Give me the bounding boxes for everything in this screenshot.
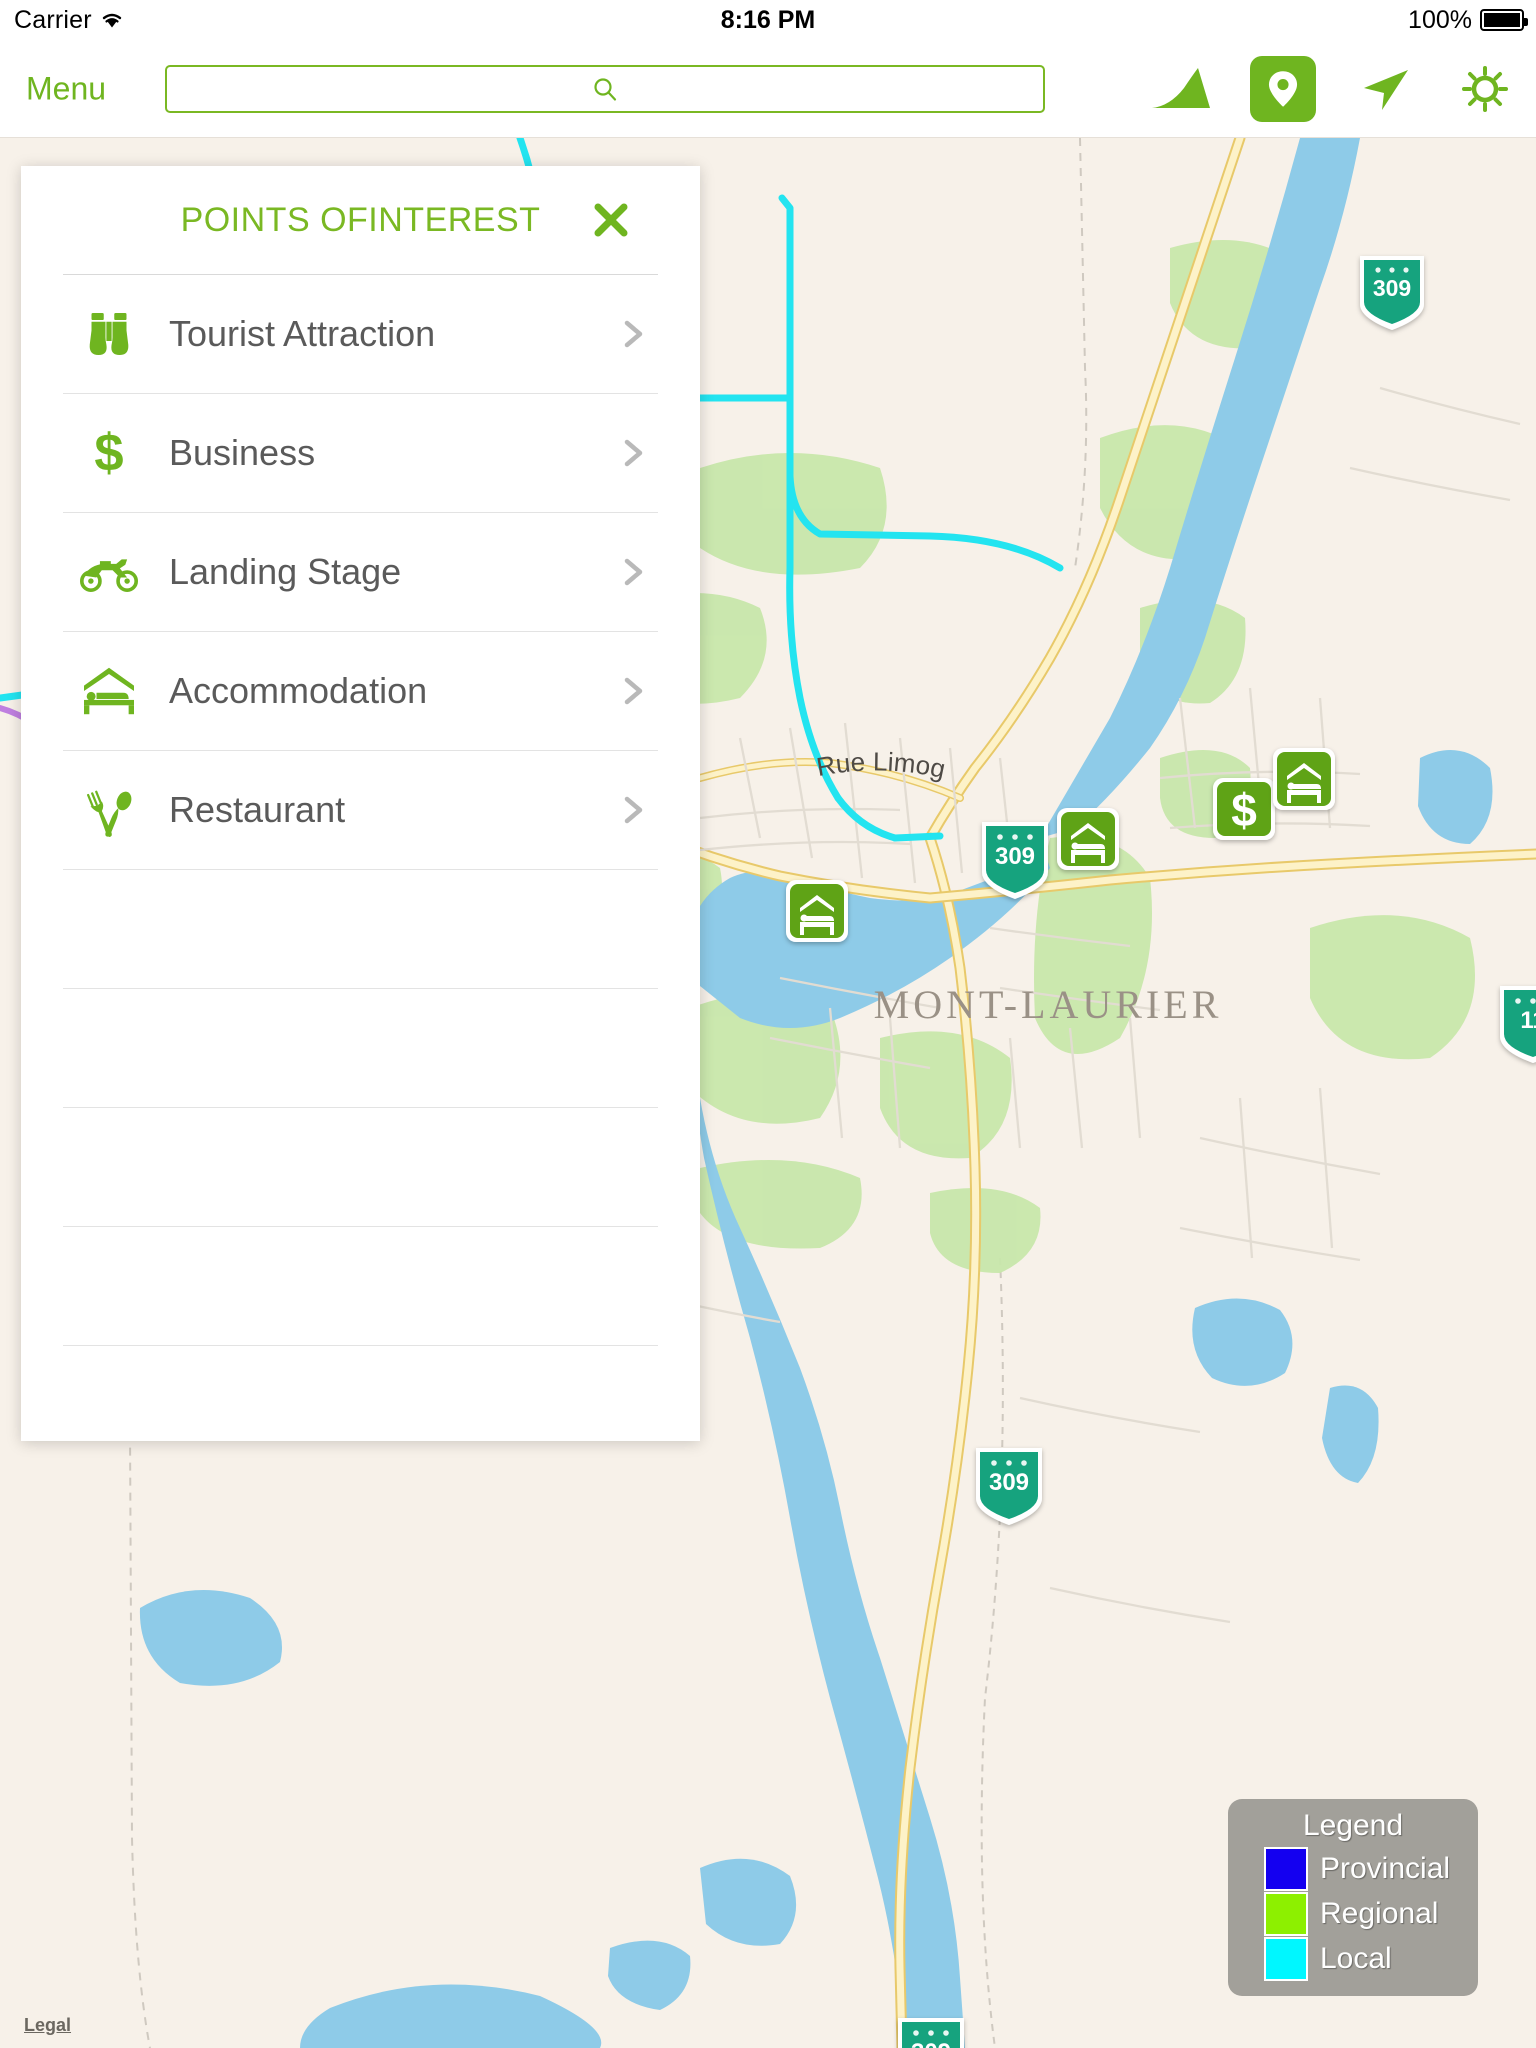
legend-label-provincial: Provincial <box>1320 1852 1451 1885</box>
legend-swatch-local <box>1264 1937 1308 1981</box>
svg-text:$: $ <box>1231 784 1257 836</box>
poi-item-tourist-attraction[interactable]: Tourist Attraction <box>63 275 658 394</box>
svg-text:11: 11 <box>1520 1007 1536 1034</box>
svg-text:309: 309 <box>1373 275 1411 301</box>
legend-label-regional: Regional <box>1320 1897 1439 1930</box>
map-legend: Legend Provincial Regional Local <box>1228 1799 1478 1996</box>
poi-item-restaurant[interactable]: Restaurant <box>63 751 658 870</box>
fork-spoon-icon-glyph <box>86 790 132 837</box>
dollar-sign-icon-glyph: $ <box>94 425 123 481</box>
chevron-right-icon <box>608 318 658 350</box>
bed-icon-glyph <box>84 667 134 715</box>
status-bar: Carrier 8:16 PM 100% <box>0 0 1536 40</box>
chevron-right-icon <box>608 794 658 826</box>
clock-label: 8:16 PM <box>720 5 816 34</box>
map-place-label: MONT-LAURIER <box>874 982 1223 1027</box>
status-bar-right: 100% <box>1408 5 1528 35</box>
legend-title: Legend <box>1302 1809 1404 1842</box>
accommodation-marker <box>1273 748 1335 810</box>
legend-swatch-provincial <box>1264 1847 1308 1891</box>
chevron-right-icon-glyph <box>624 677 643 705</box>
chevron-right-icon-glyph <box>624 796 643 824</box>
legal-link[interactable]: Legal <box>24 2015 71 2036</box>
menu-button[interactable]: Menu <box>26 70 106 107</box>
chevron-right-icon-glyph <box>624 439 643 467</box>
poi-empty-row <box>63 989 658 1108</box>
chevron-right-icon-glyph <box>624 558 643 586</box>
search-input[interactable] <box>165 64 1045 113</box>
dollar-sign-icon: $ <box>63 425 155 481</box>
poi-panel-header: POINTS OFINTEREST <box>21 166 700 274</box>
toolbar-buttons <box>1150 55 1516 122</box>
legend-entry-local: Local <box>1264 1937 1464 1981</box>
svg-text:309: 309 <box>989 1469 1029 1496</box>
binoculars-icon-glyph <box>89 313 129 355</box>
chevron-right-icon <box>608 675 658 707</box>
navigation-arrow-icon <box>1364 69 1408 110</box>
svg-text:309: 309 <box>911 2039 951 2048</box>
poi-item-accommodation[interactable]: Accommodation <box>63 632 658 751</box>
points-of-interest-button[interactable] <box>1250 55 1316 122</box>
poi-item-business[interactable]: $ Business <box>63 394 658 513</box>
route-shield: 309 <box>982 822 1048 899</box>
motorcycle-icon-glyph <box>80 559 138 592</box>
legend-entry-provincial: Provincial <box>1264 1847 1464 1891</box>
legend-label-local: Local <box>1320 1942 1392 1975</box>
chevron-right-icon <box>608 437 658 469</box>
poi-item-label: Restaurant <box>169 789 346 830</box>
business-marker: $ <box>1213 778 1275 840</box>
app-toolbar: Menu <box>0 40 1536 138</box>
poi-item-label: Tourist Attraction <box>169 313 436 354</box>
elevation-profile-button[interactable] <box>1150 58 1212 120</box>
search-icon <box>594 77 617 101</box>
poi-empty-row <box>63 1227 658 1346</box>
close-icon-glyph <box>594 203 628 237</box>
accommodation-marker <box>1057 808 1119 870</box>
points-of-interest-panel: POINTS OFINTEREST Tourist Attraction $ B… <box>21 166 700 1441</box>
poi-item-label: Accommodation <box>169 670 428 711</box>
svg-text:$: $ <box>94 425 123 481</box>
map-pin-icon <box>1268 70 1298 107</box>
gear-icon <box>1462 65 1508 112</box>
poi-panel-title: POINTS OFINTEREST <box>180 200 541 239</box>
poi-empty-row <box>63 870 658 989</box>
battery-percent-label: 100% <box>1408 5 1472 34</box>
route-shield: 309 <box>976 1448 1042 1525</box>
settings-button[interactable] <box>1454 58 1516 120</box>
poi-item-label: Business <box>169 432 316 473</box>
accommodation-marker <box>786 880 848 942</box>
navigate-button[interactable] <box>1354 58 1416 120</box>
fork-spoon-icon <box>63 782 155 838</box>
mountain-icon <box>1152 67 1210 108</box>
legend-entry-regional: Regional <box>1264 1892 1464 1936</box>
battery-full-icon <box>1480 9 1528 31</box>
poi-list: Tourist Attraction $ Business Landing St… <box>21 275 700 1441</box>
binoculars-icon <box>63 306 155 362</box>
motorcycle-icon <box>63 552 155 592</box>
app-root: MONT-LAURIER Rue Limoges 309 309 309 <box>0 0 1536 2048</box>
chevron-right-icon <box>608 556 658 588</box>
poi-empty-row <box>63 1108 658 1227</box>
poi-item-label: Landing Stage <box>169 551 402 592</box>
bed-icon <box>63 666 155 716</box>
legend-swatch-regional <box>1264 1892 1308 1936</box>
svg-text:309: 309 <box>995 843 1035 870</box>
close-icon[interactable] <box>590 199 632 241</box>
poi-item-landing-stage[interactable]: Landing Stage <box>63 513 658 632</box>
chevron-right-icon-glyph <box>624 320 643 348</box>
